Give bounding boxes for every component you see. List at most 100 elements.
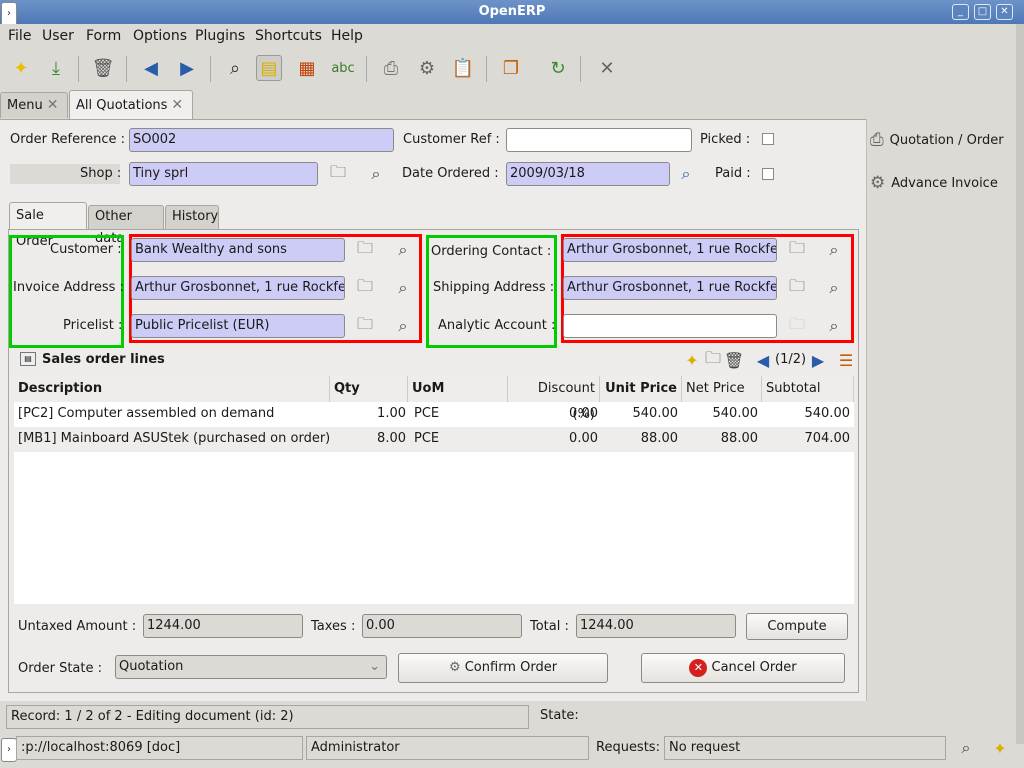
action-icon[interactable]: ⚙	[414, 55, 440, 81]
tab-other-data[interactable]: Other data	[88, 205, 164, 246]
expand-arrow-icon[interactable]: ›	[1, 738, 17, 762]
previous-line-icon[interactable]: ◀	[751, 349, 775, 371]
search-icon[interactable]: ⌕	[391, 315, 415, 337]
cancel-order-button[interactable]: ✕ Cancel Order	[641, 653, 845, 683]
close-tab-icon[interactable]: ✕	[171, 97, 183, 113]
column-unit-price[interactable]: Unit Price	[600, 376, 682, 402]
column-uom[interactable]: UoM	[408, 376, 508, 402]
picked-checkbox[interactable]	[762, 133, 774, 145]
open-folder-icon[interactable]: 🗀	[785, 238, 809, 261]
tab-menu[interactable]: Menu ✕	[0, 92, 68, 118]
menu-form[interactable]: Form	[86, 28, 121, 44]
menu-user[interactable]: User	[42, 28, 74, 44]
ordering-contact-label: Ordering Contact :	[431, 244, 552, 259]
order-reference-field[interactable]: SO002	[129, 128, 394, 152]
pricelist-field[interactable]: Public Pricelist (EUR)	[131, 314, 345, 338]
column-description[interactable]: Description	[14, 376, 330, 402]
menu-shortcuts[interactable]: Shortcuts	[255, 28, 322, 44]
expand-arrow-icon[interactable]: ›	[1, 2, 17, 26]
customer-label: Customer :	[50, 242, 122, 257]
window-title-bar: OpenERP	[0, 0, 1024, 24]
new-request-icon[interactable]: ✦	[988, 737, 1012, 759]
cell-description: [PC2] Computer assembled on demand	[18, 406, 275, 421]
tab-sale-order[interactable]: Sale Order	[9, 202, 87, 249]
table-row[interactable]: [MB1] Mainboard ASUStek (purchased on or…	[14, 427, 854, 452]
reload-icon[interactable]: ↻	[545, 55, 571, 81]
invoice-address-label: Invoice Address :	[13, 280, 124, 295]
order-state-label: Order State :	[18, 661, 102, 676]
invoice-address-field[interactable]: Arthur Grosbonnet, 1 rue Rockfell	[131, 276, 345, 300]
menu-help[interactable]: Help	[331, 28, 363, 44]
previous-icon[interactable]: ◀	[138, 55, 164, 81]
tab-history[interactable]: History	[165, 205, 219, 229]
paid-label: Paid :	[715, 166, 751, 181]
confirm-order-button[interactable]: ⚙ Confirm Order	[398, 653, 608, 683]
cell-unit-price: 540.00	[632, 406, 679, 421]
open-folder-icon[interactable]: 🗀	[353, 314, 377, 337]
maximize-button[interactable]: □	[974, 4, 991, 20]
sales-order-lines-title: Sales order lines	[42, 352, 165, 367]
close-form-icon[interactable]: ✕	[594, 55, 620, 81]
duplicate-icon[interactable]: ❐	[498, 55, 524, 81]
cell-net-price: 88.00	[720, 431, 758, 446]
cell-discount: 0.00	[569, 431, 598, 446]
paid-checkbox[interactable]	[762, 168, 774, 180]
delete-line-icon[interactable]: 🗑	[722, 349, 746, 371]
calendar-search-icon[interactable]: ⌕	[674, 163, 698, 185]
shop-field[interactable]: Tiny sprl	[129, 162, 318, 186]
shipping-address-field[interactable]: Arthur Grosbonnet, 1 rue Rockfell	[563, 276, 777, 300]
close-window-button[interactable]: ✕	[996, 4, 1013, 20]
delete-icon[interactable]: 🗑	[90, 55, 116, 81]
column-subtotal[interactable]: Subtotal	[762, 376, 854, 402]
close-tab-icon[interactable]: ✕	[47, 97, 59, 113]
search-icon[interactable]: ⌕	[954, 737, 978, 759]
minimize-button[interactable]: _	[952, 4, 969, 20]
open-folder-icon[interactable]: 🗀	[785, 276, 809, 299]
window-scrollbar[interactable]	[1016, 24, 1024, 744]
cancel-icon: ✕	[689, 658, 708, 677]
search-icon[interactable]: ⌕	[391, 277, 415, 299]
next-icon[interactable]: ▶	[174, 55, 200, 81]
search-icon[interactable]: ⌕	[822, 239, 846, 261]
compute-button[interactable]: Compute	[746, 613, 848, 640]
tab-all-quotations[interactable]: All Quotations ✕	[69, 90, 193, 120]
spellcheck-icon[interactable]: abc	[330, 55, 356, 81]
attachment-icon[interactable]: 📋	[450, 55, 476, 81]
search-icon[interactable]: ⌕	[364, 163, 388, 185]
advance-invoice-action[interactable]: ⚙ Advance Invoice	[870, 173, 998, 193]
menu-file[interactable]: File	[8, 28, 31, 44]
order-state-select[interactable]: Quotation ⌄	[115, 655, 387, 679]
list-icon: ▤	[20, 352, 36, 366]
graph-view-icon[interactable]: ▦	[294, 55, 320, 81]
switch-view-icon[interactable]: ☰	[834, 349, 858, 371]
cell-subtotal: 704.00	[804, 431, 851, 446]
menu-plugins[interactable]: Plugins	[195, 28, 245, 44]
customer-ref-label: Customer Ref :	[403, 132, 500, 147]
next-line-icon[interactable]: ▶	[806, 349, 830, 371]
find-icon[interactable]: ⌕	[222, 55, 248, 81]
analytic-account-field[interactable]	[563, 314, 777, 338]
form-view-icon[interactable]: ▤	[256, 55, 282, 81]
order-state-value: Quotation	[119, 659, 184, 674]
date-ordered-field[interactable]: 2009/03/18	[506, 162, 670, 186]
menu-options[interactable]: Options	[133, 28, 187, 44]
search-icon[interactable]: ⌕	[822, 277, 846, 299]
column-discount[interactable]: Discount (%)	[508, 376, 600, 422]
search-icon[interactable]: ⌕	[391, 239, 415, 261]
cell-unit-price: 88.00	[640, 431, 678, 446]
open-folder-icon[interactable]: 🗀	[326, 162, 350, 185]
table-row[interactable]: [PC2] Computer assembled on demand 1.00 …	[14, 402, 854, 427]
search-icon[interactable]: ⌕	[822, 315, 846, 337]
save-icon[interactable]: ⤓	[43, 55, 69, 81]
open-folder-icon[interactable]: 🗀	[353, 276, 377, 299]
open-folder-icon[interactable]: 🗀	[353, 238, 377, 261]
print-icon[interactable]: ⎙	[378, 55, 404, 81]
customer-field[interactable]: Bank Wealthy and sons	[131, 238, 345, 262]
print-icon: ⎙	[870, 130, 884, 150]
new-icon[interactable]: ✦	[8, 55, 34, 81]
column-net-price[interactable]: Net Price	[682, 376, 762, 402]
ordering-contact-field[interactable]: Arthur Grosbonnet, 1 rue Rockfell	[563, 238, 777, 262]
column-qty[interactable]: Qty	[330, 376, 408, 402]
quotation-order-action[interactable]: ⎙ Quotation / Order	[870, 130, 1004, 150]
customer-ref-field[interactable]	[506, 128, 692, 152]
